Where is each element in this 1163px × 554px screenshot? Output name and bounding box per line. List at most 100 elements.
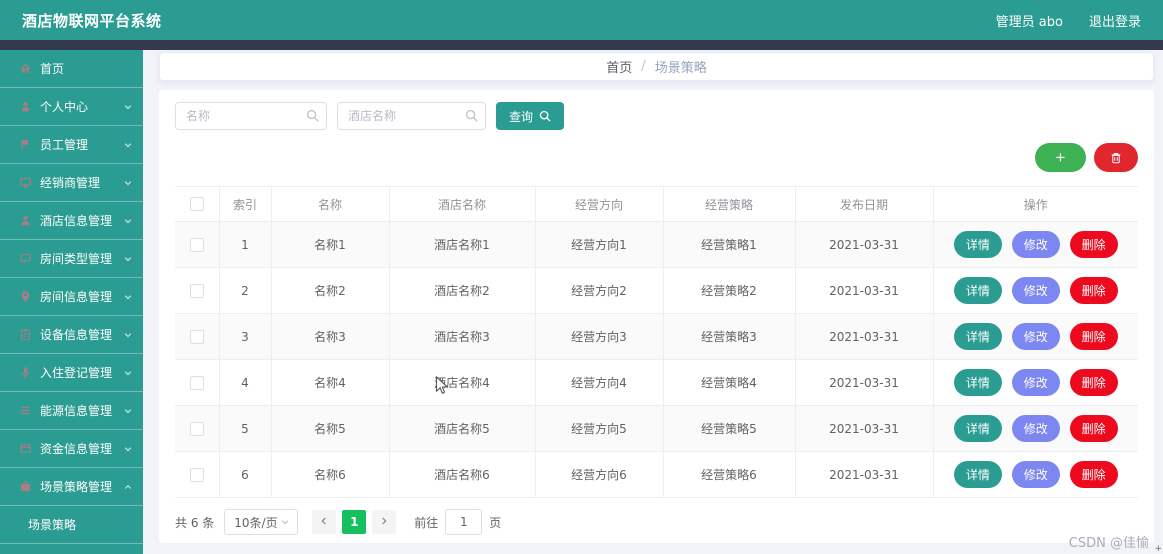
edit-button[interactable]: 修改 bbox=[1011, 277, 1060, 304]
chevron-right-icon bbox=[379, 515, 389, 529]
detail-button[interactable]: 详情 bbox=[953, 323, 1002, 350]
add-button[interactable]: + bbox=[1035, 143, 1086, 172]
row-checkbox[interactable] bbox=[189, 375, 204, 390]
cell-name: 名称3 bbox=[271, 313, 390, 360]
page-size-value: 10条/页 bbox=[234, 515, 278, 530]
detail-button[interactable]: 详情 bbox=[953, 231, 1002, 258]
sidebar-item[interactable]: 酒店信息管理 bbox=[0, 202, 143, 240]
delete-button[interactable]: 删除 bbox=[1069, 461, 1118, 488]
sidebar-item[interactable]: 场景策略 bbox=[0, 506, 143, 544]
sidebar-item[interactable]: 能源信息管理 bbox=[0, 392, 143, 430]
edit-button[interactable]: 修改 bbox=[1011, 415, 1060, 442]
prev-page-button[interactable] bbox=[312, 510, 337, 534]
cell-hotel-name: 酒店名称5 bbox=[389, 405, 536, 452]
sidebar-item-label: 场景策略 bbox=[28, 518, 77, 532]
sidebar-item-label: 房间类型管理 bbox=[40, 252, 113, 266]
data-table: 索引 名称 酒店名称 经营方向 经营策略 发布日期 操作 1 名称1 酒店名称1… bbox=[175, 186, 1138, 498]
cell-index: 5 bbox=[219, 405, 272, 452]
chevron-down-icon bbox=[280, 517, 290, 527]
row-checkbox[interactable] bbox=[189, 421, 204, 436]
search-row: 查询 bbox=[175, 102, 1138, 130]
hotel-name-search-input[interactable] bbox=[337, 102, 486, 130]
sidebar-item[interactable]: 入住登记管理 bbox=[0, 354, 143, 392]
chevron-down-icon bbox=[123, 102, 133, 112]
page-number-active[interactable]: 1 bbox=[342, 510, 367, 534]
edit-button[interactable]: 修改 bbox=[1011, 369, 1060, 396]
sidebar-item-label: 设备信息管理 bbox=[40, 328, 113, 342]
content-card: 查询 + bbox=[159, 90, 1154, 543]
row-checkbox[interactable] bbox=[189, 237, 204, 252]
delete-button[interactable]: 删除 bbox=[1069, 323, 1118, 350]
sidebar-item[interactable]: 资金信息管理 bbox=[0, 430, 143, 468]
cell-publish-date: 2021-03-31 bbox=[795, 405, 934, 452]
sidebar-item[interactable]: 个人中心 bbox=[0, 88, 143, 126]
table-row: 2 名称2 酒店名称2 经营方向2 经营策略2 2021-03-31 详情 修改… bbox=[175, 267, 1138, 314]
chevron-down-icon bbox=[123, 178, 133, 188]
batch-delete-button[interactable] bbox=[1094, 143, 1138, 172]
breadcrumb-current: 场景策略 bbox=[654, 61, 707, 76]
page-size-select[interactable]: 10条/页 bbox=[224, 509, 299, 535]
column-header: 发布日期 bbox=[795, 186, 934, 222]
detail-button[interactable]: 详情 bbox=[953, 369, 1002, 396]
sidebar-item[interactable]: 场景策略管理 bbox=[0, 468, 143, 506]
cell-strategy: 经营策略4 bbox=[663, 359, 796, 406]
edit-button[interactable]: 修改 bbox=[1011, 231, 1060, 258]
sidebar-item[interactable]: 首页 bbox=[0, 50, 143, 88]
delete-button[interactable]: 删除 bbox=[1069, 415, 1118, 442]
sidebar: 首页 个人中心 员工管理 经销商管理 酒店信息管理 房间类型管理 房间信息管理 … bbox=[0, 50, 143, 554]
breadcrumb-home[interactable]: 首页 bbox=[606, 57, 632, 76]
delete-button[interactable]: 删除 bbox=[1069, 277, 1118, 304]
sidebar-item-label: 入住登记管理 bbox=[40, 366, 113, 380]
sidebar-item-label: 首页 bbox=[40, 62, 65, 76]
table-row: 6 名称6 酒店名称6 经营方向6 经营策略6 2021-03-31 详情 修改… bbox=[175, 451, 1138, 498]
sidebar-item[interactable]: 员工管理 bbox=[0, 126, 143, 164]
cell-publish-date: 2021-03-31 bbox=[795, 313, 934, 360]
cell-strategy: 经营策略1 bbox=[663, 221, 796, 268]
cell-strategy: 经营策略3 bbox=[663, 313, 796, 360]
sidebar-item[interactable]: 经销商管理 bbox=[0, 164, 143, 202]
select-all-checkbox[interactable] bbox=[189, 197, 204, 212]
cell-index: 4 bbox=[219, 359, 272, 406]
detail-button[interactable]: 详情 bbox=[953, 277, 1002, 304]
table-header-row: 索引 名称 酒店名称 经营方向 经营策略 发布日期 操作 bbox=[175, 186, 1138, 222]
logout-link[interactable]: 退出登录 bbox=[1089, 11, 1141, 30]
card-icon bbox=[19, 442, 33, 456]
header-divider-bar bbox=[0, 40, 1163, 50]
watermark: CSDN @佳愉 bbox=[1068, 536, 1149, 551]
row-checkbox[interactable] bbox=[189, 283, 204, 298]
sidebar-item-label: 酒店信息管理 bbox=[40, 214, 113, 228]
cell-publish-date: 2021-03-31 bbox=[795, 451, 934, 498]
goto-page-input[interactable] bbox=[445, 509, 483, 535]
cell-index: 2 bbox=[219, 267, 272, 314]
name-search-input[interactable] bbox=[175, 102, 327, 130]
goto-label: 前往 bbox=[414, 515, 439, 530]
chevron-left-icon bbox=[319, 515, 329, 529]
edit-button[interactable]: 修改 bbox=[1011, 323, 1060, 350]
chevron-down-icon bbox=[123, 368, 133, 378]
edit-button[interactable]: 修改 bbox=[1011, 461, 1060, 488]
query-button[interactable]: 查询 bbox=[496, 102, 565, 130]
corner-mark: + bbox=[1154, 544, 1162, 554]
sidebar-item-label: 能源信息管理 bbox=[40, 404, 113, 418]
chevron-down-icon bbox=[123, 444, 133, 454]
sidebar-item[interactable]: 设备信息管理 bbox=[0, 316, 143, 354]
chevron-down-icon bbox=[123, 330, 133, 340]
sidebar-item[interactable]: 房间信息管理 bbox=[0, 278, 143, 316]
chevron-down-icon bbox=[123, 140, 133, 150]
delete-button[interactable]: 删除 bbox=[1069, 369, 1118, 396]
delete-button[interactable]: 删除 bbox=[1069, 231, 1118, 258]
cell-publish-date: 2021-03-31 bbox=[795, 359, 934, 406]
column-header: 酒店名称 bbox=[389, 186, 536, 222]
search-icon bbox=[465, 109, 478, 122]
next-page-button[interactable] bbox=[372, 510, 397, 534]
breadcrumb: 首页 / 场景策略 bbox=[159, 52, 1154, 81]
total-count: 共 6 条 bbox=[175, 515, 215, 530]
sidebar-item[interactable]: 房间类型管理 bbox=[0, 240, 143, 278]
row-checkbox[interactable] bbox=[189, 329, 204, 344]
cell-strategy: 经营策略2 bbox=[663, 267, 796, 314]
admin-user-label[interactable]: 管理员 abo bbox=[996, 11, 1063, 30]
detail-button[interactable]: 详情 bbox=[953, 461, 1002, 488]
app: 酒店物联网平台系统 管理员 abo 退出登录 首页 个人中心 员工管理 经销商管… bbox=[0, 0, 1163, 554]
detail-button[interactable]: 详情 bbox=[953, 415, 1002, 442]
row-checkbox[interactable] bbox=[189, 467, 204, 482]
